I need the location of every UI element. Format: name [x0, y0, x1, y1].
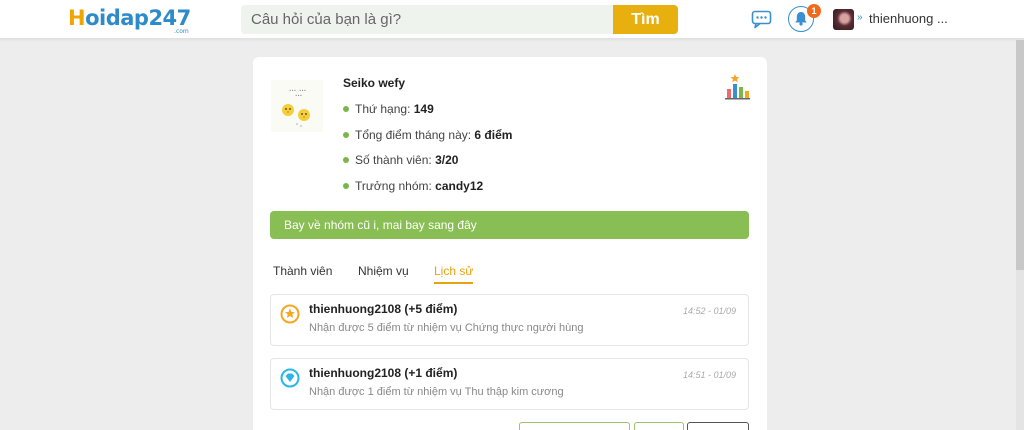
top-header: Hoidap247 .com Tìm 1 » thienhuong ...	[0, 0, 1024, 39]
pagination-button[interactable]	[687, 422, 749, 430]
team-logo: ••• ••• •••	[271, 80, 323, 132]
svg-text:•••: •••	[295, 93, 302, 98]
bullet-dot-icon	[343, 182, 349, 189]
bell-icon	[795, 12, 807, 26]
username[interactable]: thienhuong ...	[869, 11, 948, 26]
scrollbar-thumb[interactable]	[1016, 40, 1024, 270]
bullet-dot-icon	[343, 131, 349, 138]
search-button[interactable]: Tìm	[613, 5, 678, 34]
bullet-dot-icon	[343, 105, 349, 112]
history-description: Nhận được 1 điểm từ nhiệm vụ Thu thập ki…	[309, 386, 564, 398]
pagination-button[interactable]	[634, 422, 684, 430]
bullet-dot-icon	[343, 156, 349, 163]
history-title: thienhuong2108 (+5 điểm)	[309, 302, 458, 316]
chat-icon[interactable]	[751, 10, 772, 29]
history-description: Nhận được 5 điểm từ nhiệm vụ Chứng thực …	[309, 322, 584, 334]
chevron-down-icon[interactable]: »	[857, 12, 863, 23]
notification-badge: 1	[807, 4, 821, 18]
star-badge-icon	[280, 304, 300, 324]
tab-members[interactable]: Thành viên	[273, 264, 332, 278]
tab-history[interactable]: Lịch sử	[434, 264, 474, 284]
history-timestamp: 14:52 - 01/09	[682, 306, 736, 316]
diamond-badge-icon	[280, 368, 300, 388]
info-member-count: Số thành viên: 3/20	[343, 153, 458, 167]
search-input[interactable]	[241, 5, 613, 34]
leaderboard-chart-icon[interactable]	[724, 74, 750, 100]
team-message-banner: Bay về nhóm cũ i, mai bay sang đây	[270, 211, 749, 239]
team-name: Seiko wefy	[343, 76, 406, 90]
history-title: thienhuong2108 (+1 điểm)	[309, 366, 458, 380]
avatar[interactable]	[833, 9, 854, 30]
history-item: thienhuong2108 (+5 điểm) Nhận được 5 điể…	[270, 294, 749, 346]
info-rank: Thứ hạng: 149	[343, 102, 434, 116]
info-monthly-points: Tổng điểm tháng này: 6 điểm	[343, 128, 512, 142]
info-team-leader: Trưởng nhóm: candy12	[343, 179, 483, 193]
history-item: thienhuong2108 (+1 điểm) Nhận được 1 điể…	[270, 358, 749, 410]
tab-tasks[interactable]: Nhiệm vụ	[358, 264, 409, 278]
site-logo[interactable]: Hoidap247 .com	[68, 6, 191, 35]
history-timestamp: 14:51 - 01/09	[682, 370, 736, 380]
pagination-button[interactable]	[519, 422, 630, 430]
